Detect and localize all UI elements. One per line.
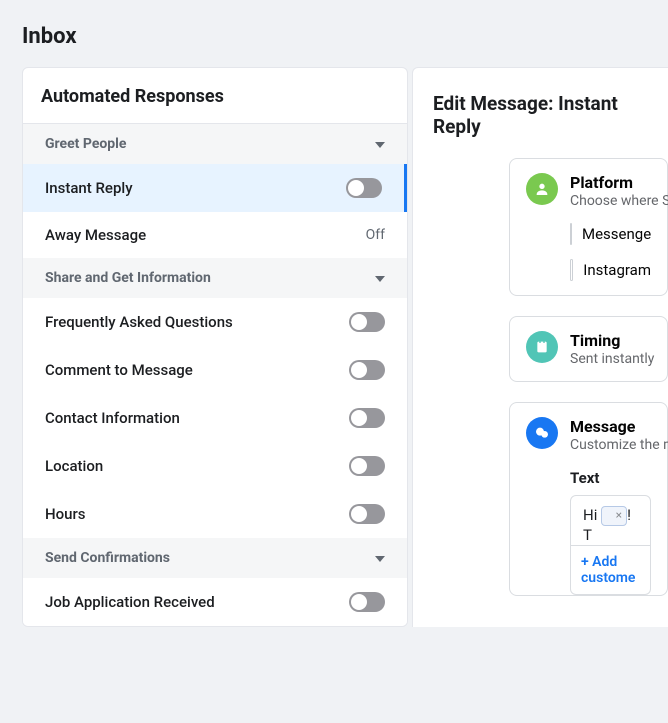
add-customer-link[interactable]: + Add custome xyxy=(571,545,650,594)
toggle-faq[interactable] xyxy=(349,312,385,332)
person-icon xyxy=(526,173,558,205)
item-label: Instant Reply xyxy=(45,179,133,197)
card-title: Automated Responses xyxy=(23,68,407,124)
item-instant-reply[interactable]: Instant Reply xyxy=(23,164,407,212)
toggle-contact-info[interactable] xyxy=(349,408,385,428)
checkbox-label: Instagram xyxy=(583,261,651,279)
variable-chip[interactable]: × xyxy=(601,506,627,526)
platform-instagram-row[interactable]: Instagram xyxy=(570,259,651,281)
item-label: Job Application Received xyxy=(45,593,215,611)
toggle-comment-to-message[interactable] xyxy=(349,360,385,380)
toggle-instant-reply[interactable] xyxy=(346,178,382,198)
message-text-input[interactable]: Hi ×! T + Add custome xyxy=(570,495,651,595)
platform-block: Platform Choose where S Messenge Instagr… xyxy=(509,158,668,296)
message-title: Message xyxy=(570,417,668,436)
toggle-hours[interactable] xyxy=(349,504,385,524)
chat-icon xyxy=(526,417,558,449)
toggle-job-application[interactable] xyxy=(349,592,385,612)
item-label: Location xyxy=(45,457,103,475)
edit-message-panel: Edit Message: Instant Reply Platform Cho… xyxy=(412,67,668,627)
message-block: Message Customize the m Text Hi ×! T + A… xyxy=(509,402,668,596)
timing-block: Timing Sent instantly xyxy=(509,316,668,382)
section-send-confirmations[interactable]: Send Confirmations xyxy=(23,538,407,578)
panel-title: Edit Message: Instant Reply xyxy=(433,92,668,138)
message-sub: Customize the m xyxy=(570,437,668,453)
chevron-down-icon xyxy=(375,136,385,152)
checkbox-messenger[interactable] xyxy=(570,223,572,245)
item-label: Contact Information xyxy=(45,409,180,427)
item-label: Hours xyxy=(45,505,86,523)
item-label: Away Message xyxy=(45,226,146,244)
section-label: Share and Get Information xyxy=(45,270,211,286)
page-title: Inbox xyxy=(0,0,668,67)
item-faq[interactable]: Frequently Asked Questions xyxy=(23,298,407,346)
platform-title: Platform xyxy=(570,173,668,192)
chevron-down-icon xyxy=(375,270,385,286)
item-location[interactable]: Location xyxy=(23,442,407,490)
checkbox-label: Messenge xyxy=(582,225,651,243)
platform-messenger-row[interactable]: Messenge xyxy=(570,223,651,245)
message-text-prefix: Hi xyxy=(583,506,601,524)
section-greet-people[interactable]: Greet People xyxy=(23,124,407,164)
item-comment-to-message[interactable]: Comment to Message xyxy=(23,346,407,394)
chip-remove-icon[interactable]: × xyxy=(616,508,622,522)
timing-sub: Sent instantly xyxy=(570,351,654,367)
item-away-message[interactable]: Away Message Off xyxy=(23,212,407,258)
timing-title: Timing xyxy=(570,331,654,350)
clock-icon xyxy=(526,331,558,363)
checkbox-instagram[interactable] xyxy=(570,259,573,281)
section-label: Send Confirmations xyxy=(45,550,170,566)
item-label: Comment to Message xyxy=(45,361,193,379)
toggle-location[interactable] xyxy=(349,456,385,476)
item-contact-info[interactable]: Contact Information xyxy=(23,394,407,442)
item-label: Frequently Asked Questions xyxy=(45,313,233,331)
chevron-down-icon xyxy=(375,550,385,566)
automated-responses-card: Automated Responses Greet People Instant… xyxy=(22,67,408,627)
item-job-application[interactable]: Job Application Received xyxy=(23,578,407,626)
section-share-info[interactable]: Share and Get Information xyxy=(23,258,407,298)
platform-sub: Choose where S xyxy=(570,193,668,209)
section-label: Greet People xyxy=(45,136,126,152)
message-text-label: Text xyxy=(570,469,651,487)
item-hours[interactable]: Hours xyxy=(23,490,407,538)
status-badge: Off xyxy=(366,227,385,243)
